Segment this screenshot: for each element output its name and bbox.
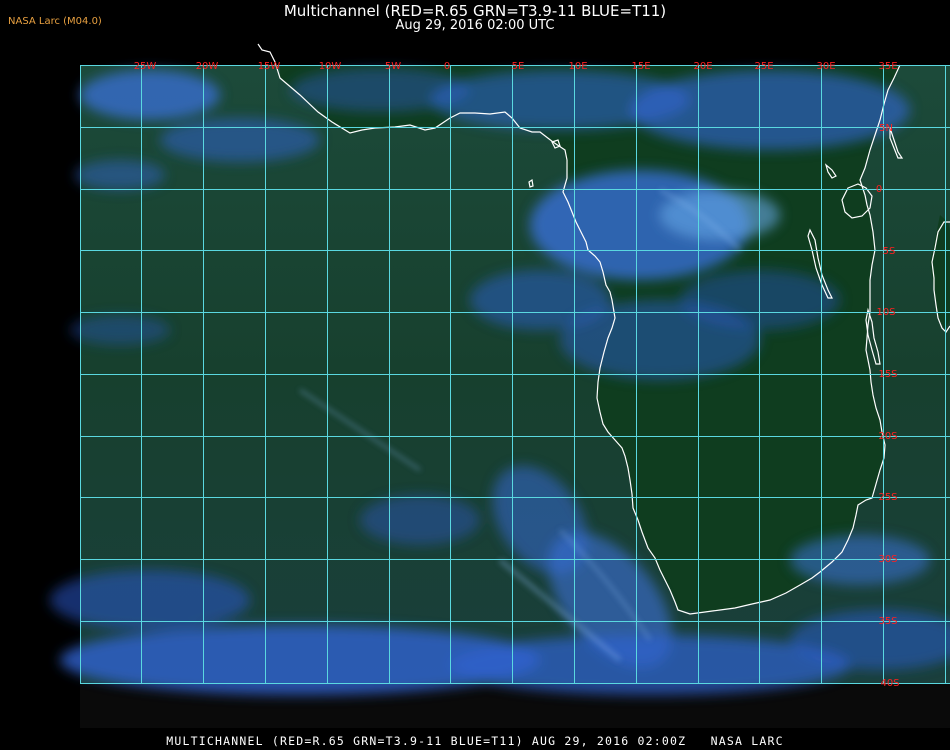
satellite-map: 25W 20W 15W 10W 5W 0 5E 10E 15E 20E 25E … — [50, 43, 950, 728]
satellite-image-page: 25W 20W 15W 10W 5W 0 5E 10E 15E 20E 25E … — [0, 0, 950, 750]
lon-label: 20E — [693, 61, 712, 72]
lat-label: 30S — [878, 554, 897, 565]
lat-label: 40S — [880, 678, 899, 689]
lon-label: 35E — [878, 61, 897, 72]
image-timestamp: Aug 29, 2016 02:00 UTC — [395, 18, 555, 33]
lon-label: 15W — [258, 61, 281, 72]
lat-label: 0 — [876, 184, 882, 195]
lon-label: 5W — [385, 61, 401, 72]
brand-label: NASA Larc (M04.0) — [8, 16, 102, 27]
lat-label: 25S — [878, 492, 897, 503]
lon-label: 10W — [319, 61, 342, 72]
lat-label: 5S — [883, 246, 896, 257]
lon-label: 25W — [134, 61, 157, 72]
lat-label: 5N — [879, 123, 893, 134]
lat-label: 15S — [878, 369, 897, 380]
lon-label: 20W — [196, 61, 219, 72]
lat-label: 10S — [876, 307, 895, 318]
footer-caption: MULTICHANNEL (RED=R.65 GRN=T3.9-11 BLUE=… — [166, 734, 784, 748]
lon-label: 25E — [754, 61, 773, 72]
lon-label: 5E — [512, 61, 525, 72]
lon-label: 0 — [444, 61, 450, 72]
lon-label: 30E — [816, 61, 835, 72]
lon-label: 10E — [568, 61, 587, 72]
lat-label: 20S — [878, 431, 897, 442]
lon-label: 15E — [631, 61, 650, 72]
lat-label: 35S — [878, 616, 897, 627]
